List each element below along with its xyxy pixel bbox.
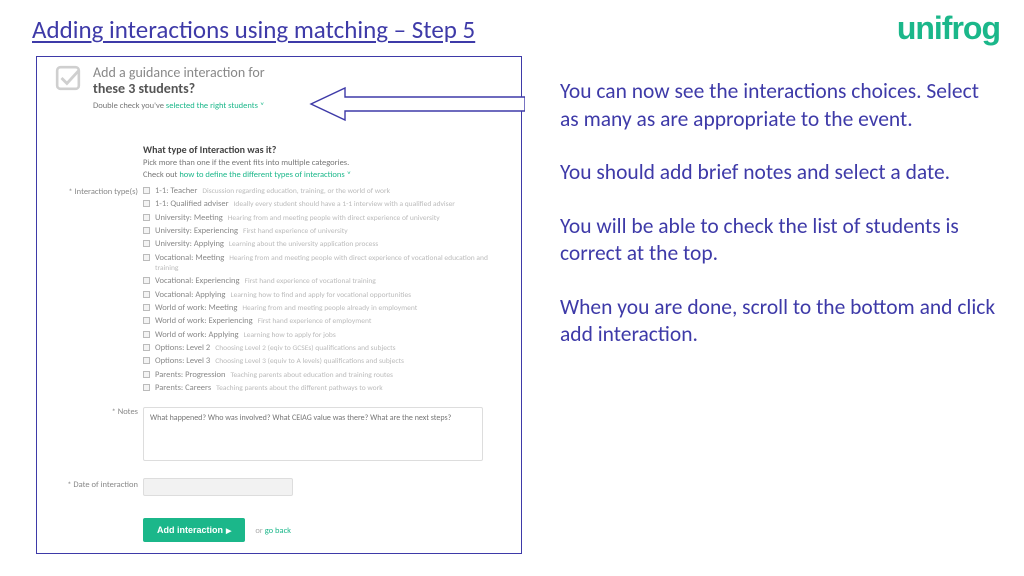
- interaction-type-row: University: Experiencing First hand exper…: [143, 226, 511, 236]
- checkbox[interactable]: [143, 371, 150, 378]
- checkbox[interactable]: [143, 384, 150, 391]
- checkbox[interactable]: [143, 227, 150, 234]
- type-name: 1-1: Qualified adviser: [155, 199, 229, 209]
- interaction-type-row: Options: Level 2 Choosing Level 2 (eqiv t…: [143, 343, 511, 353]
- type-desc: First hand experience of employment: [258, 317, 372, 326]
- date-label: * Date of interaction: [43, 480, 138, 490]
- interaction-type-row: University: Applying Learning about the u…: [143, 239, 511, 249]
- interaction-type-row: Vocational: MeetingHearing from and meet…: [143, 253, 511, 273]
- type-desc: Choosing Level 3 (equiv to A levels) qua…: [215, 357, 404, 366]
- interaction-type-row: Options: Level 3 Choosing Level 3 (equiv …: [143, 356, 511, 366]
- type-name: Vocational: Meeting: [155, 253, 224, 263]
- or-go-back: or go back: [255, 526, 291, 536]
- interaction-type-row: 1-1: Teacher Discussion regarding educati…: [143, 186, 511, 196]
- selected-students-link[interactable]: selected the right students: [166, 101, 258, 111]
- type-name: World of work: Experiencing: [155, 316, 253, 326]
- chevron-right-icon: ▶: [226, 528, 231, 535]
- explain-p3: You will be able to check the list of st…: [560, 213, 1000, 268]
- type-desc: Teaching parents about the different pat…: [216, 384, 382, 393]
- interaction-type-row: Parents: Careers Teaching parents about t…: [143, 383, 511, 393]
- question-title: What type of Interaction was it?: [143, 143, 511, 156]
- check-icon: [55, 65, 81, 91]
- type-desc: Teaching parents about education and tra…: [230, 371, 393, 380]
- explain-p1: You can now see the interactions choices…: [560, 78, 1000, 133]
- interaction-type-row: 1-1: Qualified adviser Ideally every stud…: [143, 199, 511, 209]
- form-heading-2: these 3 students?: [93, 81, 265, 96]
- notes-input[interactable]: [143, 407, 483, 461]
- interaction-type-row: Parents: Progression Teaching parents abo…: [143, 370, 511, 380]
- type-desc: Ideally every student should have a 1-1 …: [234, 200, 455, 209]
- checkbox[interactable]: [143, 187, 150, 194]
- interaction-type-row: World of work: Meeting Hearing from and m…: [143, 303, 511, 313]
- types-label: * Interaction type(s): [43, 187, 138, 197]
- checkbox[interactable]: [143, 344, 150, 351]
- type-name: Vocational: Experiencing: [155, 276, 240, 286]
- type-name: World of work: Meeting: [155, 303, 237, 313]
- type-name: Options: Level 3: [155, 356, 210, 366]
- type-desc: Learning how to find and apply for vocat…: [230, 291, 411, 300]
- checkbox[interactable]: [143, 214, 150, 221]
- explain-p4: When you are done, scroll to the bottom …: [560, 294, 1000, 349]
- question-help-2: Check out how to define the different ty…: [143, 170, 511, 180]
- type-name: Parents: Careers: [155, 383, 211, 393]
- checkbox[interactable]: [143, 277, 150, 284]
- checkbox[interactable]: [143, 291, 150, 298]
- checkbox[interactable]: [143, 304, 150, 311]
- type-name: University: Applying: [155, 239, 224, 249]
- type-name: University: Meeting: [155, 213, 223, 223]
- question-help-1: Pick more than one if the event fits int…: [143, 158, 511, 168]
- type-desc: Learning how to apply for jobs: [244, 331, 336, 340]
- type-desc: Learning about the university applicatio…: [229, 240, 378, 249]
- checkbox[interactable]: [143, 317, 150, 324]
- type-desc: First hand experience of university: [243, 227, 348, 236]
- interaction-type-row: World of work: Applying Learning how to a…: [143, 330, 511, 340]
- type-name: 1-1: Teacher: [155, 186, 197, 196]
- brand-logo: unifrog: [897, 10, 1000, 47]
- type-name: Vocational: Applying: [155, 290, 225, 300]
- type-desc: Choosing Level 2 (eqiv to GCSEs) qualifi…: [215, 344, 395, 353]
- form-heading-1: Add a guidance interaction for: [93, 65, 265, 80]
- type-desc: Hearing from and meeting people with dir…: [228, 214, 440, 223]
- type-name: Parents: Progression: [155, 370, 225, 380]
- checkbox[interactable]: [143, 331, 150, 338]
- type-desc: Discussion regarding education, training…: [202, 187, 390, 196]
- interaction-type-row: World of work: Experiencing First hand ex…: [143, 316, 511, 326]
- add-interaction-button[interactable]: Add interaction▶: [143, 518, 245, 542]
- go-back-link[interactable]: go back: [265, 526, 291, 536]
- interaction-type-row: Vocational: Applying Learning how to find…: [143, 290, 511, 300]
- notes-label: * Notes: [43, 407, 138, 417]
- explanation-text: You can now see the interactions choices…: [560, 78, 1000, 375]
- type-desc: Hearing from and meeting people already …: [242, 304, 417, 313]
- checkbox[interactable]: [143, 254, 150, 261]
- slide-title: Adding interactions using matching – Ste…: [32, 14, 475, 45]
- definitions-link[interactable]: how to define the different types of int…: [179, 170, 344, 180]
- type-name: World of work: Applying: [155, 330, 239, 340]
- date-input[interactable]: [143, 478, 293, 496]
- type-name: Options: Level 2: [155, 343, 210, 353]
- checkbox[interactable]: [143, 357, 150, 364]
- form-subheading: Double check you've selected the right s…: [93, 101, 265, 111]
- explain-p2: You should add brief notes and select a …: [560, 159, 1000, 187]
- interaction-type-row: Vocational: Experiencing First hand exper…: [143, 276, 511, 286]
- checkbox[interactable]: [143, 200, 150, 207]
- type-desc: First hand experience of vocational trai…: [245, 277, 376, 286]
- type-name: University: Experiencing: [155, 226, 238, 236]
- app-screenshot: Add a guidance interaction for these 3 s…: [36, 56, 522, 554]
- checkbox[interactable]: [143, 240, 150, 247]
- interaction-type-row: University: Meeting Hearing from and meet…: [143, 213, 511, 223]
